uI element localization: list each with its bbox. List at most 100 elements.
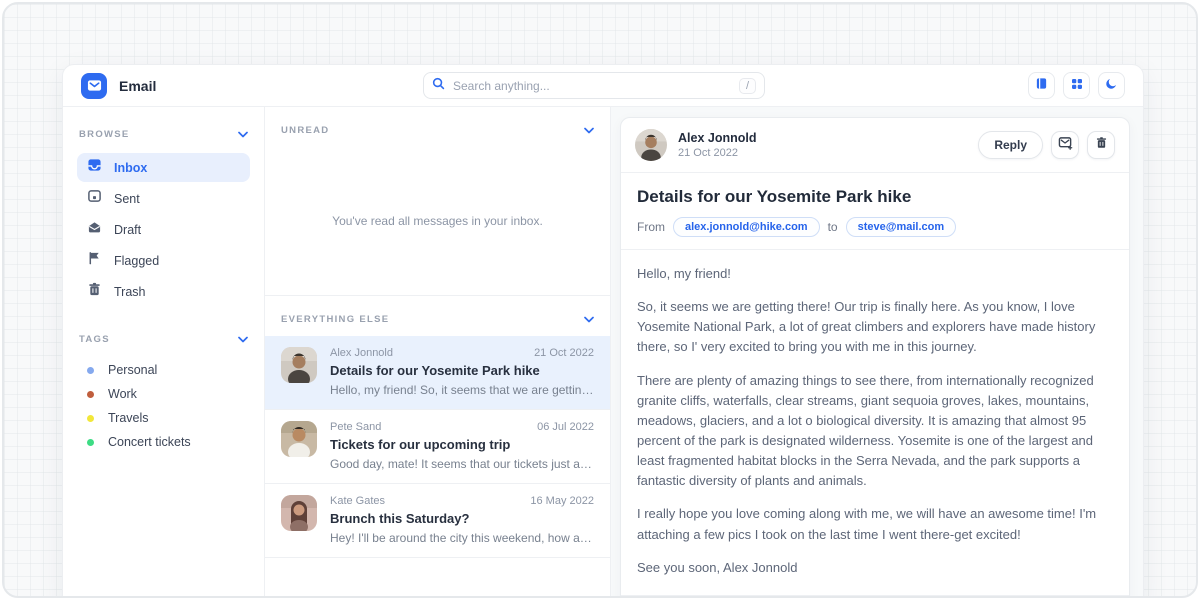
detail-date: 21 Oct 2022 [678,147,756,159]
unread-label: UNREAD [281,125,329,136]
app-header: Email / [63,65,1143,107]
unread-empty-text: You've read all messages in your inbox. [332,214,543,228]
delete-button[interactable] [1087,131,1115,159]
mail-sender: Kate Gates [330,495,385,507]
tags-section: TAGS Personal Work [77,324,250,454]
everything-else-header[interactable]: EVERYTHING ELSE [265,296,610,336]
email-detail-card: Alex Jonnold 21 Oct 2022 Reply [620,117,1130,598]
tag-item-travels[interactable]: Travels [77,406,250,430]
sidebar-item-draft[interactable]: Draft [77,215,250,244]
dark-mode-toggle[interactable] [1098,72,1125,99]
tag-color-dot [87,415,94,422]
detail-subject: Details for our Yosemite Park hike [637,187,1113,207]
search-bar[interactable]: / [423,72,765,99]
from-label: From [637,220,665,234]
draft-icon [87,220,102,239]
detail-header: Alex Jonnold 21 Oct 2022 Reply [621,118,1129,173]
mail-list-item-alex[interactable]: Alex Jonnold 21 Oct 2022 Details for our… [265,336,610,410]
unread-section-header[interactable]: UNREAD [265,107,610,147]
trash-icon [87,282,102,301]
email-logo-icon [81,73,107,99]
sidebar-item-label: Trash [114,285,146,299]
mail-list-item-kate[interactable]: Kate Gates 16 May 2022 Brunch this Satur… [265,484,610,558]
message-paragraph: Hello, my friend! [637,264,1113,284]
everything-else-label: EVERYTHING ELSE [281,314,389,325]
search-input[interactable] [453,79,731,93]
flag-icon [87,251,102,270]
sidebar-item-label: Draft [114,223,141,237]
mail-date: 06 Jul 2022 [537,421,594,433]
unread-empty-state: You've read all messages in your inbox. [265,147,610,295]
message-paragraph: See you soon, Alex Jonnold [637,558,1113,578]
mail-preview: Hey! I'll be around the city this weeken… [330,531,594,545]
message-paragraph: I really hope you love coming along with… [637,504,1113,544]
mail-preview: Hello, my friend! So, it seems that we a… [330,383,594,397]
sidebar-item-label: Flagged [114,254,159,268]
tag-item-concert-tickets[interactable]: Concert tickets [77,430,250,454]
browse-label: BROWSE [79,129,130,140]
detail-sender-block: Alex Jonnold 21 Oct 2022 [678,131,756,159]
chevron-down-icon[interactable] [238,125,248,143]
to-label: to [828,220,838,234]
sidebar-item-inbox[interactable]: Inbox [77,153,250,182]
email-app-window: Email / [62,64,1144,598]
tags-section-header[interactable]: TAGS [77,324,250,358]
mail-subject: Tickets for our upcoming trip [330,437,594,452]
attachments-section: Attachments [621,596,1129,598]
mail-meta: Kate Gates 16 May 2022 Brunch this Satur… [330,495,594,545]
apps-grid-button[interactable] [1063,72,1090,99]
sidebar-item-sent[interactable]: Sent [77,184,250,213]
avatar [281,421,317,457]
search-icon [432,77,445,95]
avatar [635,129,667,161]
mail-sender: Alex Jonnold [330,347,393,359]
sidebar-item-label: Sent [114,192,140,206]
app-title: Email [119,78,156,94]
tag-color-dot [87,367,94,374]
message-list-column: UNREAD You've read all messages in your … [265,107,611,598]
tag-item-personal[interactable]: Personal [77,358,250,382]
tag-color-dot [87,439,94,446]
sent-icon [87,189,102,208]
mail-list-item-pete[interactable]: Pete Sand 06 Jul 2022 Tickets for our up… [265,410,610,484]
header-actions [1028,72,1125,99]
trash-icon [1095,136,1108,154]
detail-subject-block: Details for our Yosemite Park hike From … [621,173,1129,250]
search-shortcut-badge: / [739,78,756,94]
tag-label: Travels [108,411,149,425]
desktop-background: Email / [2,2,1198,598]
mail-date: 21 Oct 2022 [534,347,594,359]
tags-label: TAGS [79,334,110,345]
to-email-chip[interactable]: steve@mail.com [846,217,957,237]
from-email-chip[interactable]: alex.jonnold@hike.com [673,217,820,237]
tag-label: Personal [108,363,157,377]
tag-item-work[interactable]: Work [77,382,250,406]
browse-section-header[interactable]: BROWSE [77,119,250,153]
tag-color-dot [87,391,94,398]
detail-sender-name: Alex Jonnold [678,131,756,145]
detail-actions: Reply [978,131,1115,159]
inbox-icon [87,158,102,177]
mail-sender: Pete Sand [330,421,381,433]
moon-icon [1105,77,1118,95]
chevron-down-icon[interactable] [584,310,594,328]
mail-meta: Pete Sand 06 Jul 2022 Tickets for our up… [330,421,594,471]
avatar [281,347,317,383]
forward-button[interactable] [1051,131,1079,159]
reading-pane: Alex Jonnold 21 Oct 2022 Reply [611,107,1143,598]
book-icon [1035,77,1048,95]
chevron-down-icon[interactable] [584,121,594,139]
mail-subject: Brunch this Saturday? [330,511,594,526]
mail-meta: Alex Jonnold 21 Oct 2022 Details for our… [330,347,594,397]
notebook-button[interactable] [1028,72,1055,99]
envelope-plus-icon [1058,136,1073,155]
chevron-down-icon[interactable] [238,330,248,348]
sidebar-item-flagged[interactable]: Flagged [77,246,250,275]
message-paragraph: So, it seems we are getting there! Our t… [637,297,1113,357]
reply-button[interactable]: Reply [978,131,1043,159]
mail-date: 16 May 2022 [530,495,594,507]
sidebar: BROWSE Inbox Sent [63,107,265,598]
sidebar-item-trash[interactable]: Trash [77,277,250,306]
everything-else-section: EVERYTHING ELSE Alex Jonnold [265,295,610,558]
mail-subject: Details for our Yosemite Park hike [330,363,594,378]
